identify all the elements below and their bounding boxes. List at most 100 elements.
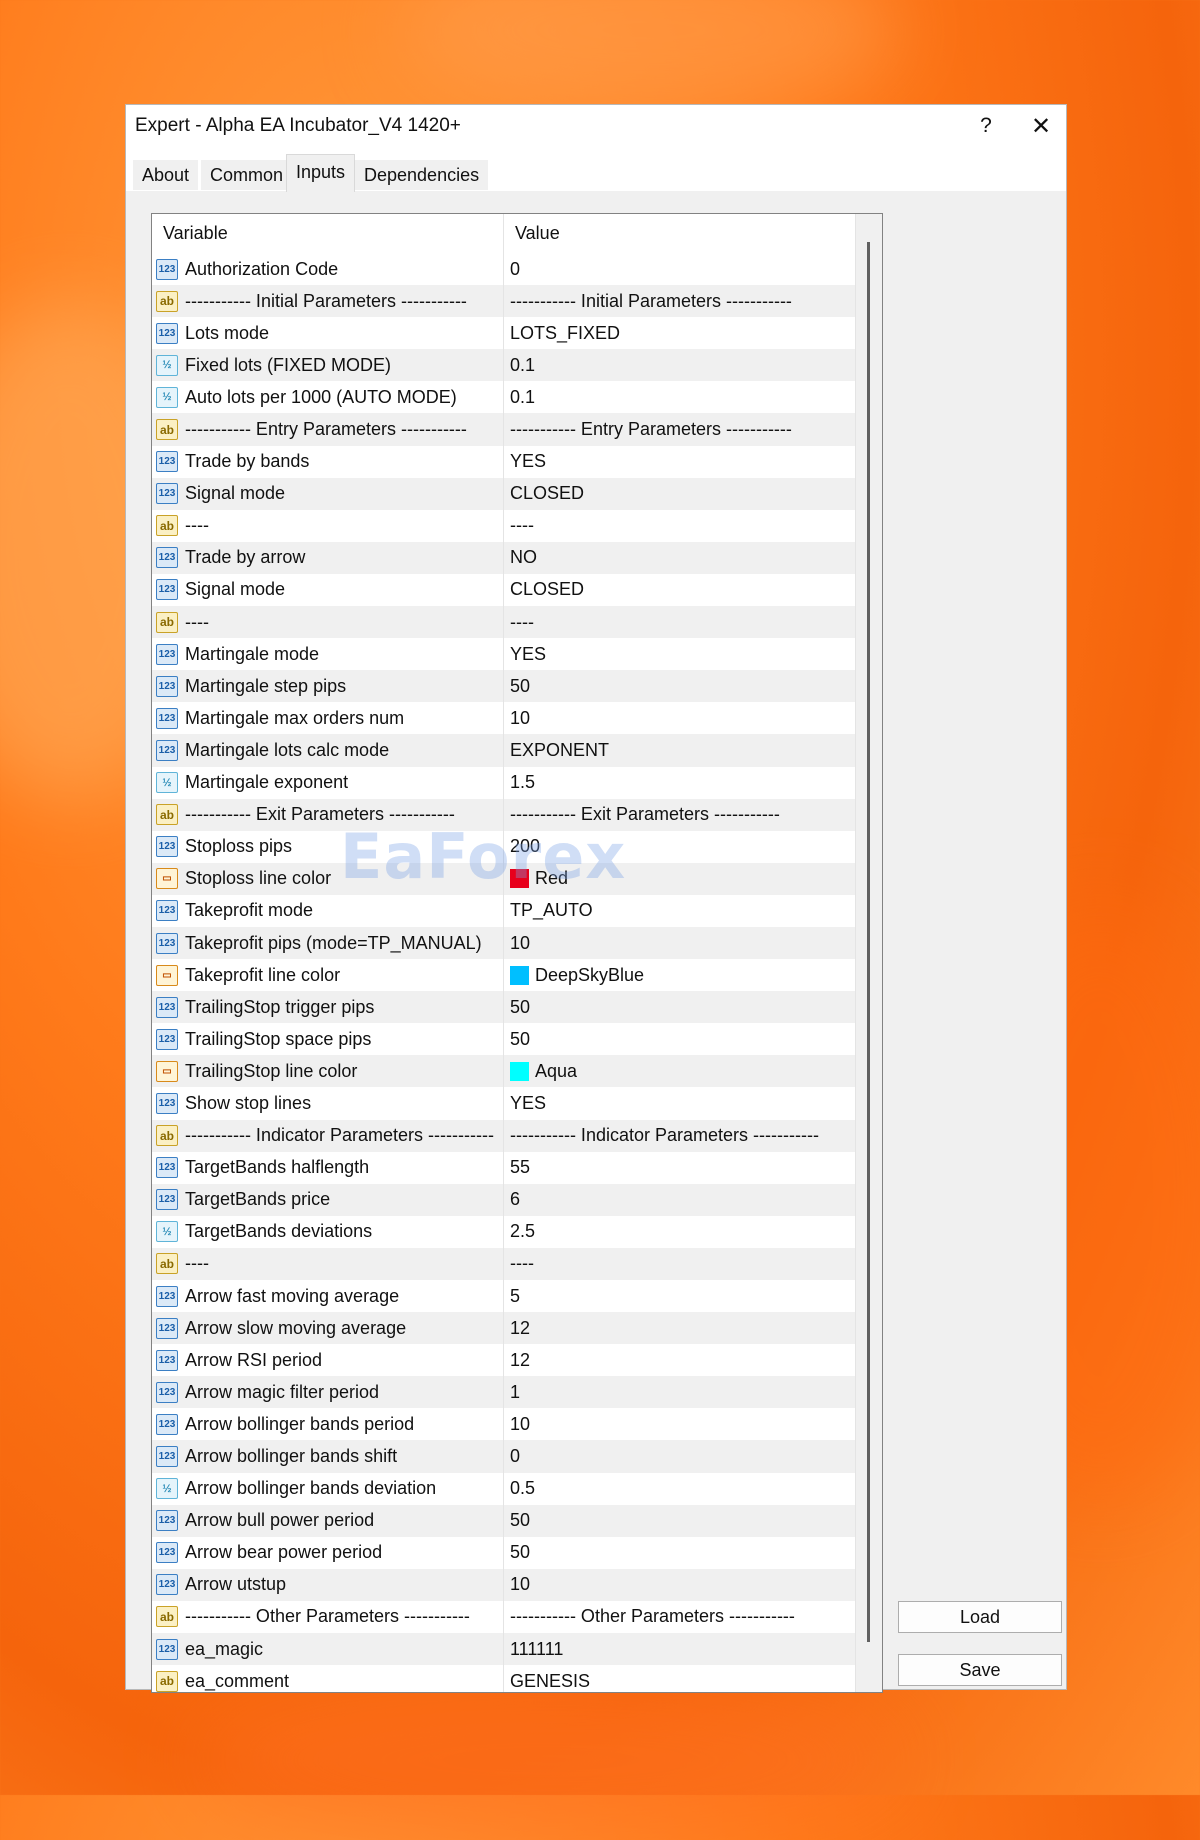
value-cell[interactable]: 0 bbox=[504, 253, 856, 285]
table-row[interactable]: 123 ea_magic 111111 bbox=[152, 1633, 856, 1666]
value-cell[interactable]: NO bbox=[504, 542, 856, 574]
value-cell[interactable]: 12 bbox=[504, 1344, 856, 1376]
table-row[interactable]: ½ Auto lots per 1000 (AUTO MODE) 0.1 bbox=[152, 381, 856, 414]
table-row[interactable]: ab ----------- Other Parameters ---------… bbox=[152, 1600, 856, 1634]
value-cell[interactable]: 111111 bbox=[504, 1633, 856, 1665]
table-row[interactable]: 123 Arrow bear power period 50 bbox=[152, 1536, 856, 1569]
value-cell[interactable]: ---- bbox=[504, 510, 856, 542]
value-cell[interactable]: ----------- Other Parameters ----------- bbox=[504, 1601, 856, 1633]
value-cell[interactable]: 10 bbox=[504, 927, 856, 959]
table-row[interactable]: ½ Fixed lots (FIXED MODE) 0.1 bbox=[152, 349, 856, 382]
table-row[interactable]: 123 Trade by bands YES bbox=[152, 445, 856, 478]
table-row[interactable]: 123 Martingale step pips 50 bbox=[152, 670, 856, 703]
table-row[interactable]: 123 Trade by arrow NO bbox=[152, 541, 856, 574]
close-button[interactable]: ✕ bbox=[1016, 112, 1066, 141]
value-cell[interactable]: 0.1 bbox=[504, 381, 856, 413]
value-cell[interactable]: ----------- Entry Parameters ----------- bbox=[504, 413, 856, 445]
table-row[interactable]: ab ----------- Entry Parameters ---------… bbox=[152, 413, 856, 446]
column-header-value[interactable]: Value bbox=[504, 214, 856, 253]
value-cell[interactable]: 6 bbox=[504, 1184, 856, 1216]
table-row[interactable]: 123 TargetBands price 6 bbox=[152, 1183, 856, 1216]
value-cell[interactable]: 2.5 bbox=[504, 1216, 856, 1248]
column-header-variable[interactable]: Variable bbox=[152, 214, 504, 253]
value-cell[interactable]: ---- bbox=[504, 1248, 856, 1280]
table-row[interactable]: ½ TargetBands deviations 2.5 bbox=[152, 1215, 856, 1248]
value-cell[interactable]: CLOSED bbox=[504, 478, 856, 510]
table-row[interactable]: ▭ TrailingStop line color Aqua bbox=[152, 1055, 856, 1088]
integer-type-icon: 123 bbox=[156, 1349, 178, 1371]
table-row[interactable]: 123 TrailingStop space pips 50 bbox=[152, 1023, 856, 1056]
scrollbar-thumb[interactable] bbox=[867, 242, 870, 1642]
table-row[interactable]: 123 Lots mode LOTS_FIXED bbox=[152, 317, 856, 350]
load-button[interactable]: Load bbox=[898, 1601, 1062, 1633]
value-cell[interactable]: YES bbox=[504, 1087, 856, 1119]
value-cell[interactable]: 5 bbox=[504, 1280, 856, 1312]
table-row[interactable]: 123 Show stop lines YES bbox=[152, 1087, 856, 1120]
variable-cell: 123 ea_magic bbox=[152, 1633, 504, 1666]
value-cell[interactable]: YES bbox=[504, 446, 856, 478]
table-row[interactable]: ab ea_comment GENESIS bbox=[152, 1665, 856, 1692]
tab-inputs[interactable]: Inputs bbox=[286, 154, 356, 192]
table-row[interactable]: ab ----------- Indicator Parameters -----… bbox=[152, 1119, 856, 1152]
value-cell[interactable]: 10 bbox=[504, 702, 856, 734]
value-cell[interactable]: 12 bbox=[504, 1312, 856, 1344]
value-cell[interactable]: 1.5 bbox=[504, 767, 856, 799]
value-cell[interactable]: LOTS_FIXED bbox=[504, 317, 856, 349]
table-row[interactable]: 123 Arrow utstup 10 bbox=[152, 1568, 856, 1601]
value-cell[interactable]: Aqua bbox=[504, 1055, 856, 1087]
table-row[interactable]: ab ----------- Initial Parameters -------… bbox=[152, 285, 856, 318]
value-cell[interactable]: 50 bbox=[504, 1537, 856, 1569]
table-row[interactable]: 123 Authorization Code 0 bbox=[152, 253, 856, 286]
value-cell[interactable]: DeepSkyBlue bbox=[504, 959, 856, 991]
table-row[interactable]: 123 Arrow fast moving average 5 bbox=[152, 1280, 856, 1313]
save-button[interactable]: Save bbox=[898, 1654, 1062, 1686]
value-cell[interactable]: ---- bbox=[504, 606, 856, 638]
table-row[interactable]: ab ---- ---- bbox=[152, 1247, 856, 1280]
table-row[interactable]: 123 Arrow RSI period 12 bbox=[152, 1344, 856, 1377]
value-cell[interactable]: 50 bbox=[504, 670, 856, 702]
variable-name: Arrow bull power period bbox=[185, 1510, 375, 1531]
value-cell[interactable]: 1 bbox=[504, 1376, 856, 1408]
table-row[interactable]: 123 Takeprofit mode TP_AUTO bbox=[152, 894, 856, 927]
value-cell[interactable]: 0 bbox=[504, 1440, 856, 1472]
tab-about[interactable]: About bbox=[133, 160, 199, 190]
value-cell[interactable]: 55 bbox=[504, 1152, 856, 1184]
table-row[interactable]: ab ---- ---- bbox=[152, 509, 856, 542]
help-button[interactable]: ? bbox=[956, 114, 1016, 138]
value-cell[interactable]: CLOSED bbox=[504, 574, 856, 606]
table-row[interactable]: 123 Martingale mode YES bbox=[152, 638, 856, 671]
table-row[interactable]: 123 Arrow bollinger bands period 10 bbox=[152, 1408, 856, 1441]
value-cell[interactable]: 0.1 bbox=[504, 349, 856, 381]
vertical-scrollbar[interactable] bbox=[855, 214, 882, 1692]
value-cell[interactable]: GENESIS bbox=[504, 1665, 856, 1692]
table-row[interactable]: 123 TrailingStop trigger pips 50 bbox=[152, 991, 856, 1024]
table-row[interactable]: 123 TargetBands halflength 55 bbox=[152, 1151, 856, 1184]
table-row[interactable]: 123 Arrow magic filter period 1 bbox=[152, 1376, 856, 1409]
table-row[interactable]: 123 Signal mode CLOSED bbox=[152, 573, 856, 607]
value-cell[interactable]: ----------- Indicator Parameters -------… bbox=[504, 1120, 856, 1152]
table-row[interactable]: ▭ Takeprofit line color DeepSkyBlue bbox=[152, 959, 856, 992]
tab-common[interactable]: Common bbox=[201, 160, 293, 190]
table-row[interactable]: 123 Signal mode CLOSED bbox=[152, 477, 856, 510]
table-row[interactable]: ½ Martingale exponent 1.5 bbox=[152, 766, 856, 799]
table-row[interactable]: 123 Arrow bollinger bands shift 0 bbox=[152, 1440, 856, 1473]
value-cell[interactable]: 50 bbox=[504, 991, 856, 1023]
inputs-grid: Variable Value 123 Authorization Code 0 ab -… bbox=[151, 213, 883, 1693]
table-row[interactable]: 123 Martingale max orders num 10 bbox=[152, 702, 856, 735]
table-row[interactable]: 123 Arrow slow moving average 12 bbox=[152, 1312, 856, 1345]
value-cell[interactable]: 0.5 bbox=[504, 1473, 856, 1505]
value-cell[interactable]: 50 bbox=[504, 1505, 856, 1537]
value-cell[interactable]: 10 bbox=[504, 1569, 856, 1601]
table-row[interactable]: ½ Arrow bollinger bands deviation 0.5 bbox=[152, 1472, 856, 1505]
value-cell[interactable]: YES bbox=[504, 638, 856, 670]
value-cell[interactable]: 10 bbox=[504, 1408, 856, 1440]
table-row[interactable]: 123 Takeprofit pips (mode=TP_MANUAL) 10 bbox=[152, 926, 856, 960]
value-cell[interactable]: ----------- Initial Parameters ---------… bbox=[504, 285, 856, 317]
table-row[interactable]: ab ---- ---- bbox=[152, 606, 856, 639]
table-row[interactable]: 123 Martingale lots calc mode EXPONENT bbox=[152, 734, 856, 767]
tab-dependencies[interactable]: Dependencies bbox=[355, 160, 489, 190]
table-row[interactable]: 123 Arrow bull power period 50 bbox=[152, 1504, 856, 1537]
value-cell[interactable]: TP_AUTO bbox=[504, 895, 856, 927]
value-cell[interactable]: EXPONENT bbox=[504, 734, 856, 766]
value-cell[interactable]: 50 bbox=[504, 1023, 856, 1055]
